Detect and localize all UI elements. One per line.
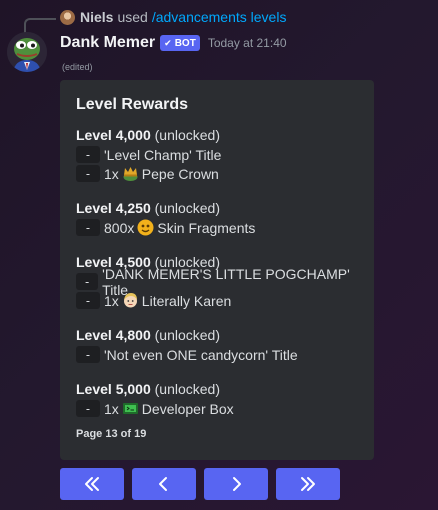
reward-text: 'Level Champ' Title <box>104 146 222 163</box>
reward-text: Skin Fragments <box>157 219 256 236</box>
chevron-right-icon <box>233 477 241 491</box>
level-number: Level 5,000 <box>76 381 151 397</box>
level-status: (unlocked) <box>154 327 220 343</box>
embed-title: Level Rewards <box>76 96 189 113</box>
bot-avatar[interactable] <box>7 32 47 72</box>
level-block: Level 4,250 (unlocked) - 800x Skin Fragm… <box>76 199 358 237</box>
first-page-button[interactable] <box>60 468 124 500</box>
previous-page-button[interactable] <box>132 468 196 500</box>
level-heading: Level 5,000 (unlocked) <box>76 380 358 399</box>
bot-tag-label: BOT <box>174 37 196 49</box>
reward-bullet: - <box>76 346 100 363</box>
reply-username[interactable]: Niels <box>80 9 113 25</box>
reward-bullet: - <box>76 165 100 182</box>
reward-bullet: - <box>76 273 99 290</box>
level-heading: Level 4,800 (unlocked) <box>76 326 358 345</box>
level-block: Level 4,800 (unlocked) - 'Not even ONE c… <box>76 326 358 364</box>
level-number: Level 4,250 <box>76 200 151 216</box>
message-timestamp[interactable]: Today at 21:40 <box>208 36 287 50</box>
karen-emoji-icon[interactable] <box>122 292 139 309</box>
reward-quantity: 1x <box>104 165 119 182</box>
level-heading: Level 4,250 (unlocked) <box>76 199 358 218</box>
reward-line: - 1x Developer Box <box>76 399 358 418</box>
level-number: Level 4,000 <box>76 127 151 143</box>
verified-check-icon: ✔ <box>164 37 172 48</box>
level-block: Level 4,000 (unlocked) - 'Level Champ' T… <box>76 126 358 183</box>
pepe-avatar-icon <box>7 32 47 72</box>
bot-tag: ✔ BOT <box>160 35 200 51</box>
developer-box-emoji-icon[interactable] <box>122 400 139 417</box>
chevron-left-icon <box>159 477 167 491</box>
reward-bullet: - <box>76 292 100 309</box>
reward-quantity: 1x <box>104 400 119 417</box>
reward-quantity: 1x <box>104 292 119 309</box>
reward-line: - 'Not even ONE candycorn' Title <box>76 345 358 364</box>
message-header: Dank Memer ✔ BOT Today at 21:40 <box>60 34 287 52</box>
level-block: Level 4,500 (unlocked) - 'DANK MEMER'S L… <box>76 253 358 310</box>
level-block: Level 5,000 (unlocked) - 1x Developer Bo… <box>76 380 358 418</box>
reward-quantity: 800x <box>104 219 135 236</box>
level-status: (unlocked) <box>154 127 220 143</box>
reply-avatar[interactable] <box>60 9 75 25</box>
reply-reference[interactable]: Niels used /advancements levels <box>24 9 287 34</box>
reward-text: Developer Box <box>141 400 234 417</box>
reward-text: 'Not even ONE candycorn' Title <box>104 346 298 363</box>
author-name[interactable]: Dank Memer <box>60 34 155 52</box>
pagination-buttons <box>60 468 340 500</box>
reward-line: - 1x Pepe Crown <box>76 164 358 183</box>
theater-mask-emoji-icon[interactable] <box>137 219 154 236</box>
level-status: (unlocked) <box>154 381 220 397</box>
crown-emoji-icon[interactable] <box>122 165 139 182</box>
level-status: (unlocked) <box>154 200 220 216</box>
reply-command-link[interactable]: /advancements levels <box>152 9 287 25</box>
rewards-embed: Level Rewards Level 4,000 (unlocked) - '… <box>60 80 374 460</box>
reply-used-text: used <box>117 9 148 25</box>
reward-line: - 800x Skin Fragments <box>76 218 358 237</box>
reward-text: Literally Karen <box>141 292 232 309</box>
reward-text: Pepe Crown <box>141 165 219 182</box>
edited-label: (edited) <box>62 62 93 72</box>
reward-line: - 'Level Champ' Title <box>76 145 358 164</box>
reward-bullet: - <box>76 146 100 163</box>
reward-bullet: - <box>76 219 100 236</box>
double-chevron-right-icon <box>301 477 315 491</box>
last-page-button[interactable] <box>276 468 340 500</box>
reward-bullet: - <box>76 400 100 417</box>
next-page-button[interactable] <box>204 468 268 500</box>
embed-footer-page: Page 13 of 19 <box>76 428 147 440</box>
level-heading: Level 4,000 (unlocked) <box>76 126 358 145</box>
level-number: Level 4,800 <box>76 327 151 343</box>
double-chevron-left-icon <box>85 477 99 491</box>
reward-line: - 'DANK MEMER'S LITTLE POGCHAMP' Title <box>76 266 358 298</box>
